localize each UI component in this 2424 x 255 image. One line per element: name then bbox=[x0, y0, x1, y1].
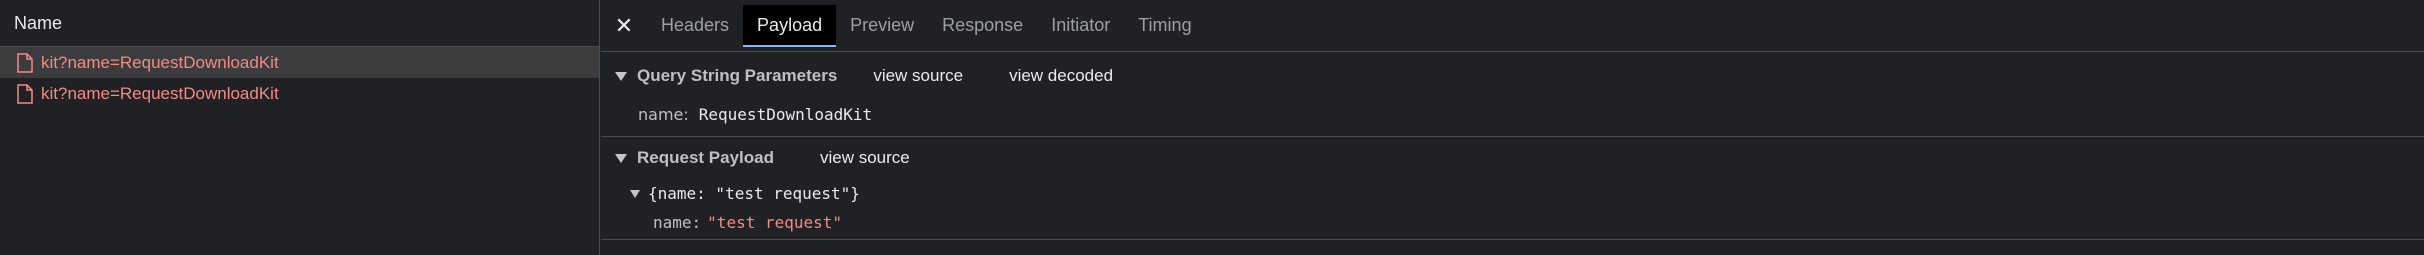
expand-triangle-icon[interactable] bbox=[615, 153, 627, 163]
query-param-row: name: RequestDownloadKit bbox=[601, 98, 2424, 130]
tab-payload[interactable]: Payload bbox=[743, 4, 837, 47]
request-name: kit?name=RequestDownloadKit bbox=[41, 52, 279, 72]
request-payload-title[interactable]: Request Payload bbox=[637, 148, 774, 168]
expand-triangle-icon[interactable] bbox=[615, 71, 627, 81]
file-icon bbox=[17, 83, 33, 104]
tab-label: Headers bbox=[661, 15, 730, 35]
request-row[interactable]: kit?name=RequestDownloadKit bbox=[0, 78, 599, 109]
request-row[interactable]: kit?name=RequestDownloadKit bbox=[0, 47, 599, 78]
payload-field-row: name: "test request" bbox=[601, 208, 2424, 237]
devtools-network-panel: Name kit?name=RequestDownloadKit kit?nam… bbox=[0, 0, 2424, 255]
payload-object-row[interactable]: {name: "test request"} bbox=[601, 179, 2424, 208]
query-params-title[interactable]: Query String Parameters bbox=[637, 66, 837, 86]
query-params-section: Query String Parameters view source view… bbox=[601, 54, 2424, 137]
request-payload-section: Request Payload view source {name: "test… bbox=[601, 137, 2424, 240]
view-source-link[interactable]: view source bbox=[820, 148, 910, 168]
request-payload-header: Request Payload view source bbox=[601, 137, 2424, 179]
request-details: ✕ Headers Payload Preview Response Initi… bbox=[601, 0, 2424, 255]
tab-response[interactable]: Response bbox=[928, 5, 1037, 47]
view-source-link[interactable]: view source bbox=[873, 66, 963, 86]
tab-headers[interactable]: Headers bbox=[647, 5, 743, 47]
request-name: kit?name=RequestDownloadKit bbox=[41, 83, 279, 103]
query-params-header: Query String Parameters view source view… bbox=[601, 54, 2424, 98]
tab-label: Timing bbox=[1138, 15, 1192, 35]
payload-field-value: "test request" bbox=[707, 213, 843, 232]
payload-field-key: name: bbox=[653, 213, 702, 232]
expand-triangle-icon[interactable] bbox=[630, 189, 640, 198]
view-decoded-link[interactable]: view decoded bbox=[1009, 66, 1113, 86]
param-value: RequestDownloadKit bbox=[698, 104, 873, 124]
name-column-label: Name bbox=[14, 12, 63, 33]
tab-preview[interactable]: Preview bbox=[836, 5, 928, 47]
tab-label: Initiator bbox=[1051, 15, 1111, 35]
tab-timing[interactable]: Timing bbox=[1124, 5, 1205, 47]
param-key: name: bbox=[638, 104, 689, 124]
request-list: Name kit?name=RequestDownloadKit kit?nam… bbox=[0, 0, 600, 255]
tab-initiator[interactable]: Initiator bbox=[1037, 5, 1124, 47]
tab-label: Payload bbox=[757, 15, 823, 35]
details-tabbar: ✕ Headers Payload Preview Response Initi… bbox=[601, 0, 2424, 52]
close-icon[interactable]: ✕ bbox=[613, 13, 635, 38]
tab-label: Response bbox=[942, 15, 1024, 35]
tab-label: Preview bbox=[850, 15, 915, 35]
file-icon bbox=[17, 52, 33, 73]
name-column-header[interactable]: Name bbox=[0, 0, 599, 47]
payload-object-summary: {name: "test request"} bbox=[648, 184, 860, 203]
